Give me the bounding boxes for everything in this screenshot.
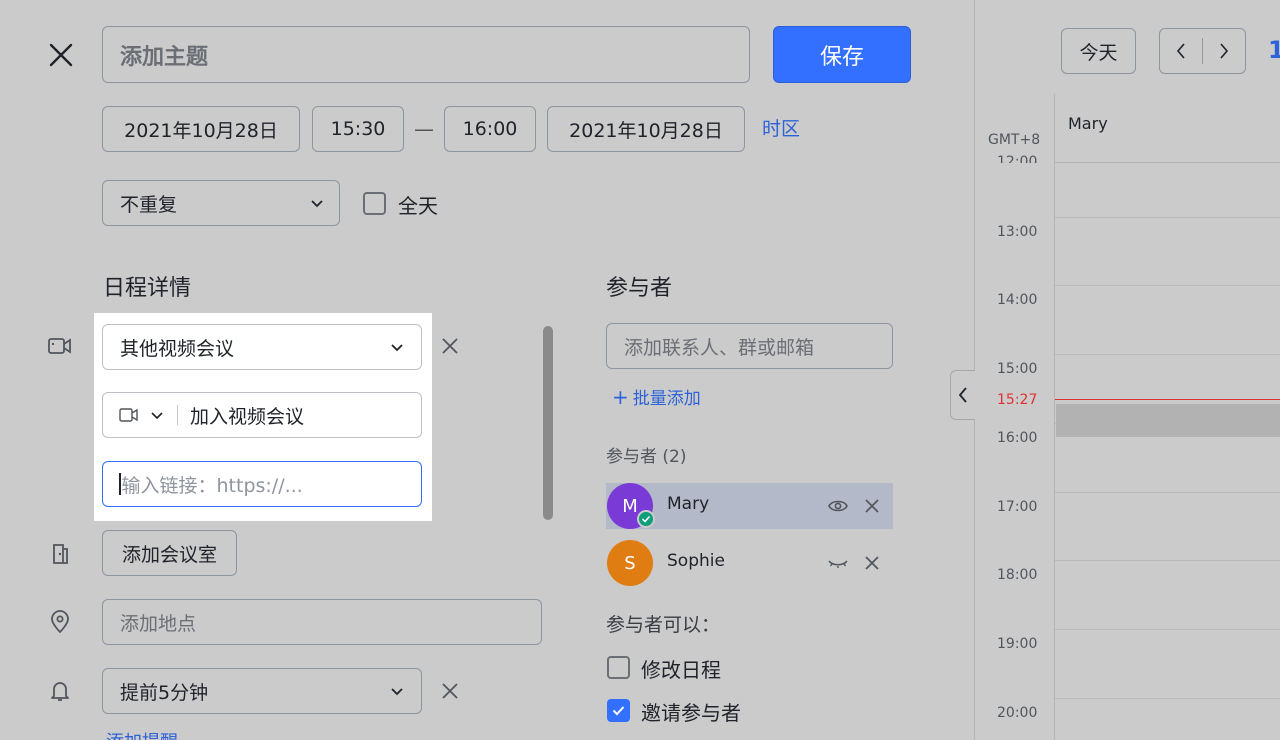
header-divider (1054, 162, 1280, 163)
video-camera-icon (44, 330, 76, 362)
permissions-title: 参与者可以： (606, 614, 721, 636)
remove-attendee-icon[interactable] (858, 492, 886, 520)
video-provider-value: 其他视频会议 (120, 337, 235, 360)
repeat-select[interactable]: 不重复 (102, 180, 340, 226)
room-icon (44, 538, 76, 570)
hour-line (1055, 285, 1280, 286)
attendees-section-title: 参与者 (606, 276, 673, 301)
hour-line (1055, 354, 1280, 355)
attendee-search-placeholder: 添加联系人、群或邮箱 (624, 336, 815, 359)
hour-line (1055, 492, 1280, 493)
calendar-date-title: 1 (1268, 36, 1280, 64)
hour-label: 13:00 (997, 224, 1038, 240)
date-nav-group (1159, 28, 1246, 74)
chevron-down-icon[interactable] (149, 407, 165, 423)
hour-label: 12:00 (997, 155, 1038, 163)
chevron-left-icon (958, 387, 967, 403)
check-icon (612, 706, 625, 716)
join-video-label: 加入视频会议 (190, 405, 305, 428)
close-icon[interactable] (40, 34, 82, 76)
chevron-down-icon (391, 688, 403, 696)
title-placeholder: 添加主题 (120, 44, 209, 70)
location-placeholder: 添加地点 (120, 612, 197, 635)
hour-label: 14:00 (997, 292, 1038, 308)
location-input[interactable]: 添加地点 (102, 599, 542, 645)
prev-button[interactable] (1160, 29, 1202, 73)
accepted-check-icon (637, 510, 655, 528)
divider (177, 405, 178, 425)
remove-attendee-icon[interactable] (858, 549, 886, 577)
hour-label: 20:00 (997, 705, 1038, 721)
hour-line (1055, 629, 1280, 630)
text-caret (119, 473, 121, 495)
hour-label: 16:00 (997, 430, 1038, 446)
video-provider-select[interactable]: 其他视频会议 (102, 324, 422, 370)
plus-icon: + (612, 385, 629, 409)
collapse-panel-button[interactable] (950, 370, 975, 420)
timezone-label: GMT+8 (988, 132, 1041, 148)
start-date-picker[interactable]: 2021年10月28日 (102, 106, 300, 152)
meeting-link-placeholder: 输入链接：https://... (121, 474, 303, 497)
hour-line (1055, 560, 1280, 561)
edit-permission-label: 修改日程 (641, 658, 721, 682)
reminder-select[interactable]: 提前5分钟 (102, 668, 422, 714)
hour-label: 19:00 (997, 636, 1038, 652)
attendee-name: Mary (667, 494, 710, 514)
details-section-title: 日程详情 (103, 276, 192, 301)
event-block[interactable] (1056, 404, 1280, 437)
chevron-down-icon (391, 344, 403, 352)
hour-label: 15:00 (997, 361, 1038, 377)
current-time-label: 15:27 (997, 392, 1038, 408)
reminder-value: 提前5分钟 (120, 681, 209, 704)
location-pin-icon (44, 606, 76, 638)
time-range-separator: — (414, 117, 434, 141)
attendee-name: Sophie (667, 551, 725, 571)
all-day-checkbox[interactable] (363, 192, 386, 215)
add-reminder-link[interactable]: 添加提醒 (106, 728, 178, 740)
chevron-right-icon (1220, 43, 1229, 59)
eye-closed-icon[interactable] (824, 549, 852, 577)
repeat-value: 不重复 (120, 193, 178, 216)
add-room-button[interactable]: 添加会议室 (102, 530, 237, 576)
start-time-picker[interactable]: 15:30 (312, 106, 404, 152)
video-camera-icon (119, 408, 138, 422)
batch-add-label: 批量添加 (632, 389, 701, 409)
bell-icon (44, 675, 76, 707)
remove-video-icon[interactable] (436, 332, 464, 360)
remove-reminder-icon[interactable] (436, 677, 464, 705)
current-time-line (1055, 399, 1280, 400)
meeting-link-input[interactable]: 输入链接：https://... (102, 461, 422, 507)
end-date-picker[interactable]: 2021年10月28日 (547, 106, 745, 152)
hour-line (1055, 698, 1280, 699)
title-input[interactable]: 添加主题 (102, 26, 750, 83)
chevron-left-icon (1176, 43, 1185, 59)
all-day-label: 全天 (398, 194, 438, 218)
end-time-picker[interactable]: 16:00 (444, 106, 536, 152)
eye-icon[interactable] (824, 492, 852, 520)
calendar-column-name: Mary (1068, 114, 1108, 133)
invite-permission-checkbox[interactable] (607, 699, 630, 722)
details-scrollbar[interactable] (543, 326, 553, 520)
hour-line (1055, 217, 1280, 218)
join-video-field[interactable]: 加入视频会议 (102, 392, 422, 438)
time-column-divider (1054, 94, 1055, 740)
hour-label: 18:00 (997, 567, 1038, 583)
attendee-search-input[interactable]: 添加联系人、群或邮箱 (606, 323, 893, 369)
invite-permission-label: 邀请参与者 (641, 701, 741, 725)
next-button[interactable] (1203, 29, 1245, 73)
hour-label: 17:00 (997, 499, 1038, 515)
save-button[interactable]: 保存 (773, 26, 911, 83)
chevron-down-icon (311, 200, 323, 208)
batch-add-link[interactable]: + 批量添加 (612, 384, 701, 409)
attendee-count: 参与者 (2) (606, 447, 687, 467)
timezone-link[interactable]: 时区 (762, 114, 800, 141)
today-button[interactable]: 今天 (1061, 28, 1136, 74)
avatar: S (607, 540, 653, 586)
edit-permission-checkbox[interactable] (607, 656, 630, 679)
